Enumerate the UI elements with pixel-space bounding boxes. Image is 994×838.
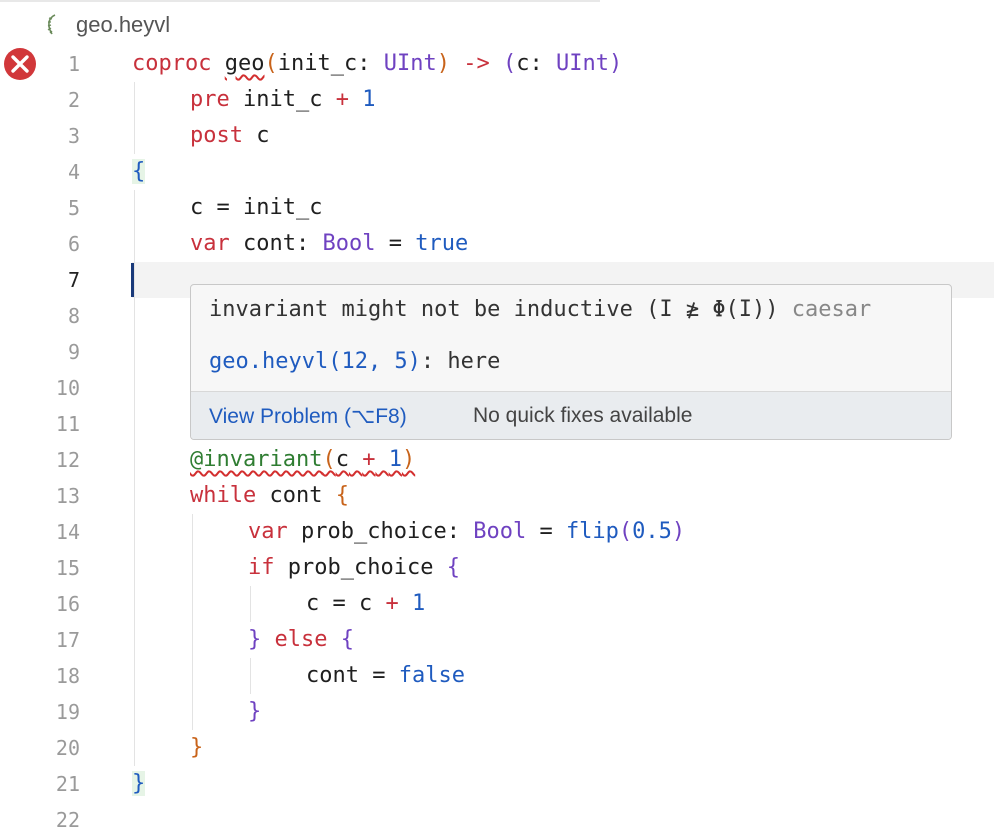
related-location-link[interactable]: geo.heyvl(12, 5) <box>209 349 421 374</box>
view-problem-link[interactable]: View Problem (⌥F8) <box>209 404 407 429</box>
related-location-text: : here <box>420 349 501 374</box>
hover-actions-bar: View Problem (⌥F8) No quick fixes availa… <box>191 391 951 439</box>
code-line-21[interactable]: } <box>132 766 146 802</box>
diagnostic-message-row: invariant might not be inductive (I ≱ Φ(… <box>209 297 871 322</box>
line-number: 1 <box>67 52 80 76</box>
line-number: 8 <box>67 304 80 328</box>
code-line-19[interactable]: } <box>248 694 261 730</box>
line-number: 10 <box>55 376 80 400</box>
indent-guide <box>250 586 251 622</box>
tab-geo-heyvl[interactable]: geo.heyvl <box>40 8 170 42</box>
code-line-13[interactable]: while cont { <box>190 478 349 514</box>
diagnostic-message: invariant might not be inductive (I ≱ Φ(… <box>209 297 779 322</box>
indent-guide <box>192 514 193 730</box>
line-number: 20 <box>55 736 80 760</box>
tab-bar-border <box>0 0 600 2</box>
code-line-1[interactable]: coproc geo(init_c: UInt) -> (c: UInt) <box>132 46 622 82</box>
tab-filename: geo.heyvl <box>76 12 171 37</box>
code-line-12[interactable]: @invariant(c + 1) <box>190 442 415 478</box>
code-line-2[interactable]: pre init_c + 1 <box>190 82 375 118</box>
code-line-15[interactable]: if prob_choice { <box>248 550 460 586</box>
code-line-5[interactable]: c = init_c <box>190 190 322 226</box>
line-number: 3 <box>67 124 80 148</box>
error-squiggle: geo <box>224 51 265 76</box>
code-line-17[interactable]: } else { <box>248 622 354 658</box>
code-line-18[interactable]: cont = false <box>306 658 465 694</box>
line-number: 13 <box>55 484 80 508</box>
indent-guide <box>134 190 135 766</box>
line-number: 22 <box>55 808 80 832</box>
editor-tab-bar: geo.heyvl <box>0 0 994 44</box>
indent-guide <box>250 658 251 694</box>
no-quick-fixes-text: No quick fixes available <box>473 404 693 427</box>
code-line-3[interactable]: post c <box>190 118 269 154</box>
indent-guide <box>134 82 135 154</box>
line-number: 16 <box>55 592 80 616</box>
line-number: 17 <box>55 628 80 652</box>
code-line-4[interactable]: { <box>132 154 146 190</box>
diagnostic-hover-popup: invariant might not be inductive (I ≱ Φ(… <box>190 284 952 440</box>
code-line-6[interactable]: var cont: Bool = true <box>190 226 468 262</box>
related-location-row: geo.heyvl(12, 5): here <box>209 349 500 374</box>
line-number: 12 <box>55 448 80 472</box>
line-number: 4 <box>67 160 80 184</box>
code-line-16[interactable]: c = c + 1 <box>306 586 425 622</box>
heyvl-file-icon <box>40 12 66 38</box>
line-number: 5 <box>67 196 80 220</box>
line-number: 14 <box>55 520 80 544</box>
line-number: 15 <box>55 556 80 580</box>
line-number: 21 <box>55 772 80 796</box>
line-number: 11 <box>55 412 80 436</box>
code-line-14[interactable]: var prob_choice: Bool = flip(0.5) <box>248 514 685 550</box>
line-number: 6 <box>67 232 80 256</box>
line-number: 2 <box>67 88 80 112</box>
line-number: 9 <box>67 340 80 364</box>
line-number: 18 <box>55 664 80 688</box>
code-line-20[interactable]: } <box>190 730 203 766</box>
line-number-active: 7 <box>67 268 80 292</box>
diagnostic-source: caesar <box>791 297 872 322</box>
line-number: 19 <box>55 700 80 724</box>
